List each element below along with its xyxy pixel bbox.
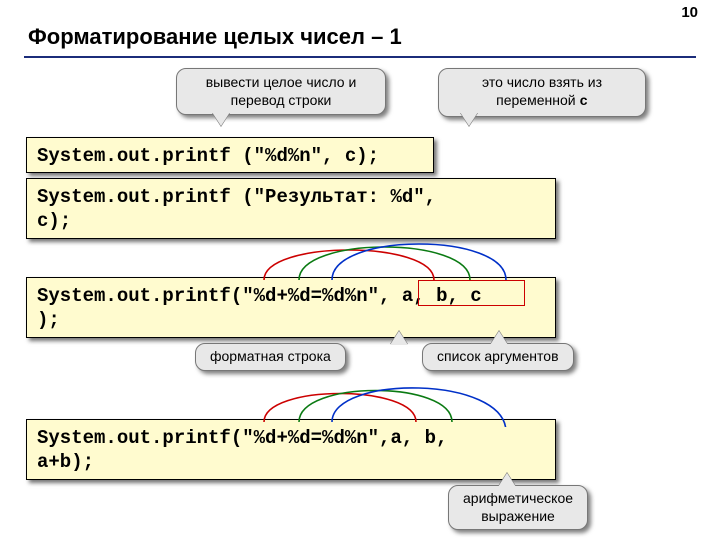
callout-format-string: форматная строка <box>195 343 346 371</box>
callout-tail <box>490 331 508 345</box>
page-title: Форматирование целых чисел – 1 <box>28 24 402 50</box>
title-rule <box>24 56 696 58</box>
callout-text: арифметическое выражение <box>463 490 573 524</box>
callout-line1: это число взять из <box>482 74 602 90</box>
code-block-3: System.out.printf("%d+%d=%d%n", a, b, c … <box>26 277 556 338</box>
callout-tail <box>498 473 516 487</box>
callout-output-int-newline: вывести целое число и перевод строки <box>176 68 386 115</box>
callout-text: список аргументов <box>437 348 559 364</box>
code-block-4: System.out.printf("%d+%d=%d%n",a, b, a+b… <box>26 419 556 480</box>
callout-line2a: переменной <box>496 92 579 108</box>
code-block-1: System.out.printf ("%d%n", c); <box>26 137 434 173</box>
callout-from-variable-c: это число взять из переменной c <box>438 68 646 117</box>
callout-argument-list: список аргументов <box>422 343 574 371</box>
callout-mono-c: c <box>579 94 587 110</box>
code-block-2: System.out.printf ("Результат: %d", c); <box>26 178 556 239</box>
callout-arithmetic-expression: арифметическое выражение <box>448 485 588 530</box>
callout-tail <box>460 112 478 126</box>
page-number: 10 <box>681 4 698 21</box>
callout-tail <box>212 112 230 126</box>
callout-text: форматная строка <box>210 348 331 364</box>
callout-tail <box>390 331 408 345</box>
callout-text: вывести целое число и перевод строки <box>206 74 357 108</box>
